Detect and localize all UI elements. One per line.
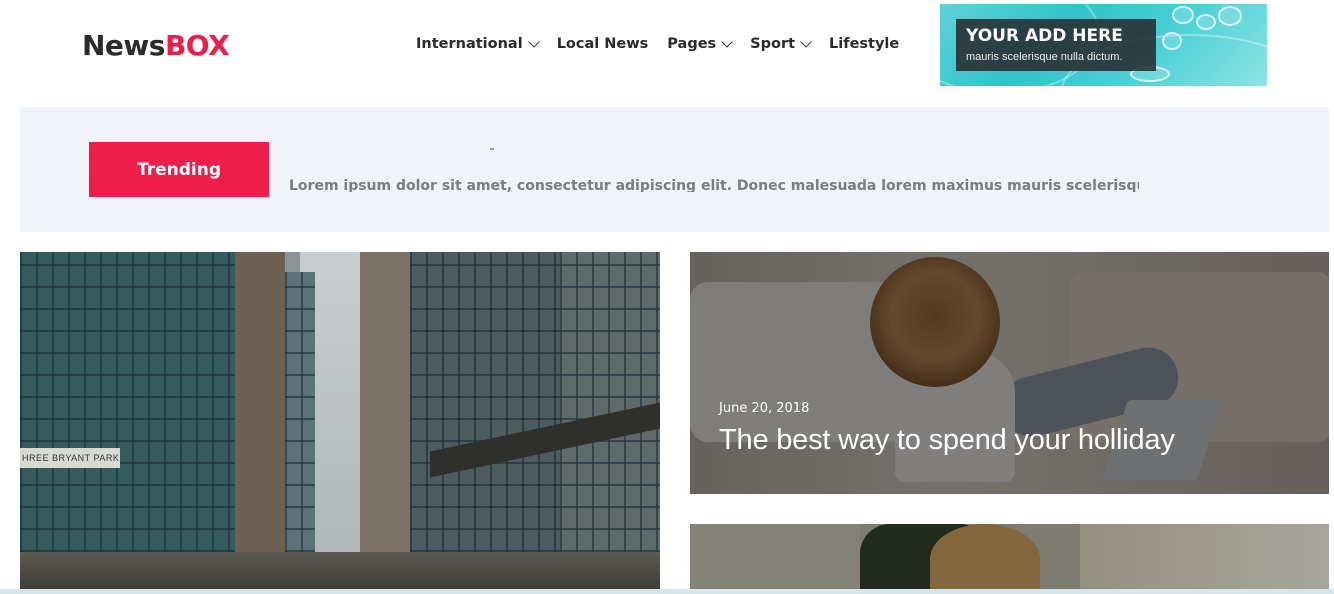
nav-item-international[interactable]: International [416, 36, 540, 52]
ad-text-box: YOUR ADD HERE mauris scelerisque nulla d… [956, 19, 1156, 71]
nav-item-pages[interactable]: Pages [667, 36, 733, 52]
trending-bar: Trending Lorem ipsum dolor sit amet, con… [20, 107, 1329, 232]
article-card[interactable]: June 20, 2018 The best way to spend your… [690, 252, 1329, 494]
header-ad-banner[interactable]: YOUR ADD HERE mauris scelerisque nulla d… [940, 4, 1267, 86]
article-title[interactable]: The best way to spend your holliday [719, 424, 1175, 457]
trending-label: Trending [89, 142, 269, 197]
chevron-down-icon [721, 36, 733, 48]
ticker-headline: Lorem ipsum dolor sit amet, consectetur … [289, 178, 1139, 192]
trending-ticker[interactable]: Lorem ipsum dolor sit amet, consectetur … [289, 167, 1139, 192]
featured-image-card[interactable]: HREE BRYANT PARK [20, 252, 660, 594]
building-sign: HREE BRYANT PARK [20, 448, 120, 468]
building-glass-right [560, 252, 660, 552]
building-glass-left [20, 252, 235, 552]
ad-chain-link [1196, 14, 1216, 30]
nav-label: Pages [667, 36, 717, 52]
ticker-marker [490, 148, 494, 150]
street [20, 552, 660, 594]
chevron-down-icon [800, 36, 812, 48]
nav-label: Lifestyle [829, 36, 900, 52]
nav-item-sport[interactable]: Sport [750, 36, 812, 52]
nav-label: Sport [750, 36, 796, 52]
article-image-overlay [690, 252, 1329, 494]
building-stone [235, 252, 285, 552]
ad-chain-link [1162, 32, 1182, 50]
ad-chain-link [1172, 6, 1194, 24]
article-image-overlay [690, 524, 1329, 594]
article-date: June 20, 2018 [719, 401, 810, 416]
main-nav: International Local News Pages Sport Lif… [416, 34, 918, 54]
logo-part-news: News [82, 29, 165, 62]
site-logo[interactable]: NewsBOX [82, 29, 230, 62]
nav-label: Local News [556, 36, 649, 52]
page-bottom-edge [0, 589, 1334, 594]
building-glass-mid [410, 252, 570, 552]
nav-item-lifestyle[interactable]: Lifestyle [829, 36, 899, 52]
chevron-down-icon [528, 36, 540, 48]
logo-part-box: BOX [164, 29, 230, 62]
ad-title: YOUR ADD HERE [966, 26, 1123, 46]
nav-label: International [416, 36, 523, 52]
ad-subtitle: mauris scelerisque nulla dictum. [966, 51, 1123, 63]
site-header: NewsBOX International Local News Pages S… [0, 0, 1334, 92]
building-far [285, 272, 315, 552]
nav-item-local-news[interactable]: Local News [557, 36, 649, 52]
building-center [360, 252, 410, 552]
article-card[interactable] [690, 524, 1329, 594]
ad-chain-link [1218, 6, 1242, 26]
